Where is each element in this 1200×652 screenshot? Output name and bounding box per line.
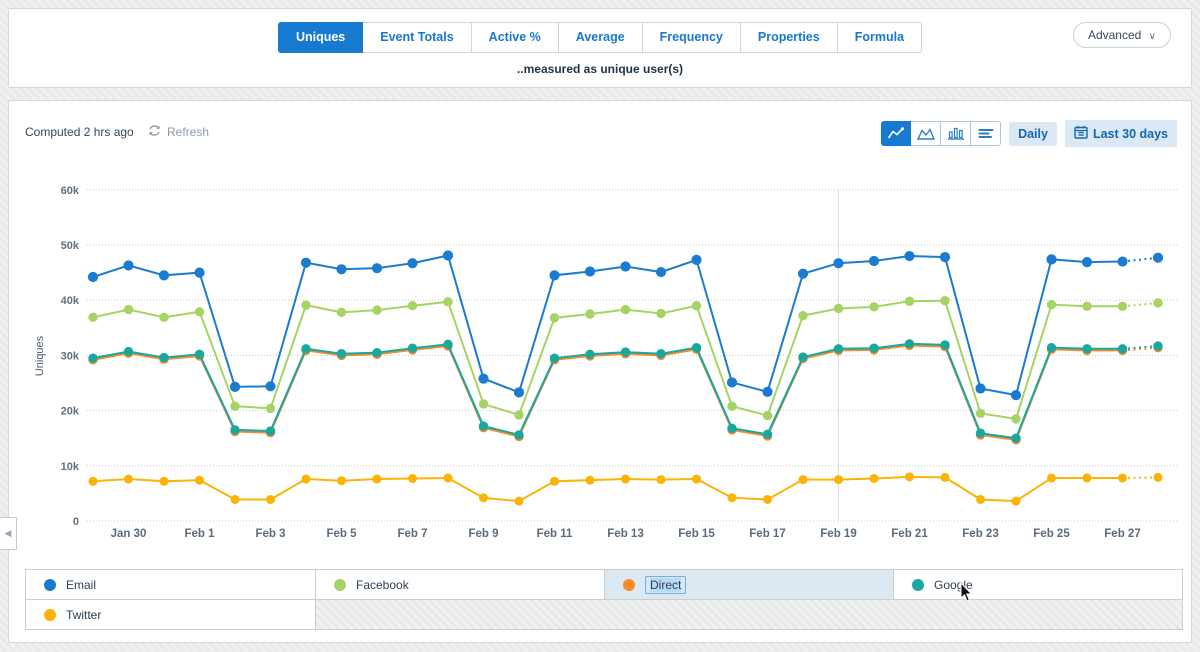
metric-header-panel: Uniques Event Totals Active % Average Fr… <box>8 8 1192 88</box>
legend-label: Facebook <box>356 578 409 592</box>
svg-text:Feb 23: Feb 23 <box>962 528 998 540</box>
svg-text:50k: 50k <box>61 240 80 252</box>
svg-text:Feb 27: Feb 27 <box>1104 528 1140 540</box>
svg-text:60k: 60k <box>61 185 80 197</box>
legend-item-google[interactable]: Google <box>893 570 1182 599</box>
uniques-line-chart[interactable]: 0 10k 20k 30k 40k 50k 60k Uniques Jan 30 Feb 1 Feb… <box>9 101 1191 563</box>
facebook-series-dot <box>334 579 346 591</box>
svg-text:40k: 40k <box>61 295 80 307</box>
tab-active-percent[interactable]: Active % <box>472 22 559 53</box>
legend-label: Email <box>66 578 96 592</box>
svg-text:Feb 17: Feb 17 <box>749 528 785 540</box>
legend-empty-filler <box>315 600 1182 629</box>
sidebar-collapse-handle[interactable]: ◀ <box>0 517 17 550</box>
svg-text:Feb 11: Feb 11 <box>537 528 573 540</box>
legend-label: Direct <box>650 578 681 592</box>
tab-frequency[interactable]: Frequency <box>643 22 741 53</box>
svg-text:Feb 21: Feb 21 <box>891 528 928 540</box>
svg-text:Uniques: Uniques <box>34 335 46 376</box>
tab-formula[interactable]: Formula <box>838 22 922 53</box>
svg-text:Feb 13: Feb 13 <box>607 528 643 540</box>
collapse-left-icon: ◀ <box>5 528 12 539</box>
advanced-button[interactable]: Advanced ∨ <box>1073 22 1171 48</box>
chevron-down-icon: ∨ <box>1149 31 1156 42</box>
legend-item-facebook[interactable]: Facebook <box>315 570 604 599</box>
legend-row: Email Facebook Direct Google <box>26 570 1182 599</box>
series-legend: Email Facebook Direct Google Twitter <box>25 569 1183 630</box>
measured-as-subtitle: ..measured as unique user(s) <box>9 62 1191 76</box>
svg-text:0: 0 <box>73 516 79 528</box>
chart-panel: Computed 2 hrs ago Refresh <box>8 100 1192 643</box>
svg-text:Feb 3: Feb 3 <box>255 528 285 540</box>
metric-tabbar: Uniques Event Totals Active % Average Fr… <box>9 22 1191 53</box>
legend-row: Twitter <box>26 599 1182 629</box>
legend-item-twitter[interactable]: Twitter <box>26 600 315 629</box>
svg-text:Feb 1: Feb 1 <box>184 528 215 540</box>
tab-properties[interactable]: Properties <box>741 22 838 53</box>
tab-uniques[interactable]: Uniques <box>278 22 363 53</box>
svg-text:20k: 20k <box>61 406 80 418</box>
svg-text:Feb 7: Feb 7 <box>397 528 427 540</box>
google-series-dot <box>912 579 924 591</box>
svg-text:30k: 30k <box>61 350 80 362</box>
tab-average[interactable]: Average <box>559 22 643 53</box>
direct-series-dot <box>623 579 635 591</box>
svg-text:Feb 15: Feb 15 <box>678 528 715 540</box>
tab-event-totals[interactable]: Event Totals <box>363 22 471 53</box>
legend-item-email[interactable]: Email <box>26 570 315 599</box>
mouse-cursor <box>960 583 974 608</box>
svg-text:Feb 19: Feb 19 <box>820 528 856 540</box>
direct-label-selection[interactable]: Direct <box>645 576 686 594</box>
svg-text:Feb 25: Feb 25 <box>1033 528 1070 540</box>
advanced-label: Advanced <box>1088 28 1141 42</box>
legend-item-direct[interactable]: Direct <box>604 570 893 599</box>
svg-text:Feb 5: Feb 5 <box>326 528 357 540</box>
twitter-series-dot <box>44 609 56 621</box>
svg-text:10k: 10k <box>61 461 80 473</box>
svg-text:Feb 9: Feb 9 <box>468 528 498 540</box>
email-series-dot <box>44 579 56 591</box>
legend-label: Twitter <box>66 608 101 622</box>
svg-text:Jan 30: Jan 30 <box>111 528 147 540</box>
